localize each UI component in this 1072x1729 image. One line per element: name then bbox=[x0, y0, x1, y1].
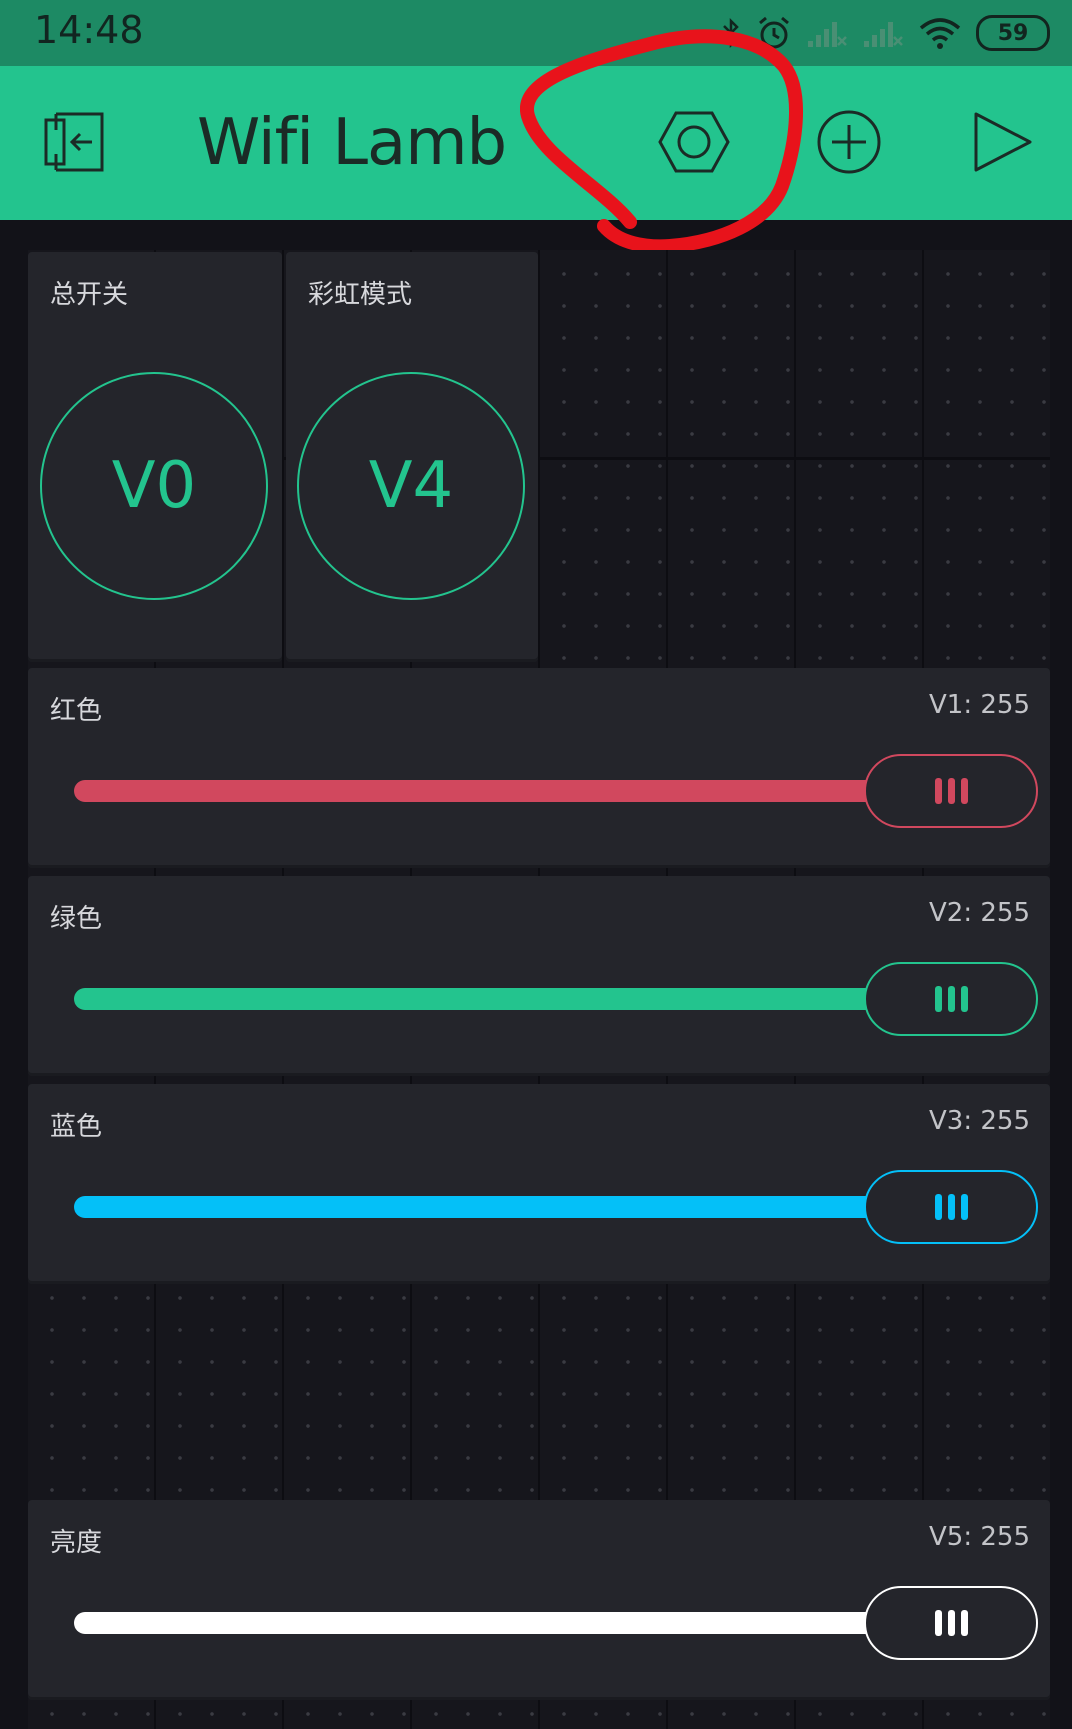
battery-indicator: 59 bbox=[976, 15, 1050, 51]
pin-label: V4 bbox=[368, 449, 454, 523]
pin-label: V0 bbox=[111, 449, 197, 523]
grip-line bbox=[947, 1610, 955, 1636]
grip-line bbox=[960, 1610, 968, 1636]
project-settings-button[interactable] bbox=[658, 110, 730, 178]
grip-line bbox=[934, 986, 942, 1012]
slider-value: V2: 255 bbox=[929, 898, 1030, 928]
widget-label: 总开关 bbox=[50, 280, 129, 310]
play-icon bbox=[974, 112, 1032, 172]
widget-label: 亮度 bbox=[50, 1528, 103, 1558]
slider-widget-red[interactable]: 红色 V1: 255 bbox=[28, 668, 1050, 868]
grip-line bbox=[960, 986, 968, 1012]
slider-value: V1: 255 bbox=[929, 690, 1030, 720]
project-title: Wifi Lamb bbox=[197, 106, 507, 180]
plus-circle-icon bbox=[817, 110, 881, 174]
exit-button[interactable] bbox=[42, 110, 110, 178]
battery-level: 59 bbox=[997, 20, 1029, 46]
rainbow-mode-button[interactable]: V4 bbox=[297, 372, 525, 600]
slider-track[interactable] bbox=[74, 988, 884, 1010]
grip-line bbox=[934, 778, 942, 804]
dashboard-grid: 总开关 V0 彩虹模式 V4 红色 V1: 255 绿色 V2: 255 蓝色 … bbox=[28, 250, 1050, 1729]
slider-handle[interactable] bbox=[864, 962, 1038, 1036]
signal-icon-sim2 bbox=[864, 22, 903, 47]
slider-track[interactable] bbox=[74, 1612, 884, 1634]
wifi-icon bbox=[919, 18, 961, 49]
slider-widget-brightness[interactable]: 亮度 V5: 255 bbox=[28, 1500, 1050, 1700]
status-time: 14:48 bbox=[34, 8, 144, 52]
slider-widget-green[interactable]: 绿色 V2: 255 bbox=[28, 876, 1050, 1076]
widget-label: 红色 bbox=[50, 696, 103, 726]
slider-widget-blue[interactable]: 蓝色 V3: 255 bbox=[28, 1084, 1050, 1284]
slider-handle[interactable] bbox=[864, 1586, 1038, 1660]
grip-line bbox=[947, 778, 955, 804]
grip-line bbox=[960, 1194, 968, 1220]
widget-label: 彩虹模式 bbox=[308, 280, 413, 310]
master-switch-button[interactable]: V0 bbox=[40, 372, 268, 600]
bluetooth-icon bbox=[723, 17, 739, 49]
exit-icon bbox=[44, 112, 104, 172]
grip-line bbox=[947, 986, 955, 1012]
status-bar: 14:48 59 bbox=[0, 0, 1072, 66]
button-widget-rainbow[interactable]: 彩虹模式 V4 bbox=[286, 252, 538, 662]
button-widget-master[interactable]: 总开关 V0 bbox=[28, 252, 282, 662]
add-widget-button[interactable] bbox=[816, 109, 882, 179]
alarm-icon bbox=[759, 16, 789, 49]
slider-handle[interactable] bbox=[864, 754, 1038, 828]
widget-label: 绿色 bbox=[50, 904, 103, 934]
grip-line bbox=[947, 1194, 955, 1220]
slider-value: V3: 255 bbox=[929, 1106, 1030, 1136]
hexagon-settings-icon bbox=[658, 111, 730, 173]
slider-track[interactable] bbox=[74, 780, 884, 802]
signal-icon-sim1 bbox=[808, 22, 847, 47]
slider-handle[interactable] bbox=[864, 1170, 1038, 1244]
slider-value: V5: 255 bbox=[929, 1522, 1030, 1552]
play-button[interactable] bbox=[972, 111, 1034, 177]
grip-line bbox=[960, 778, 968, 804]
grip-line bbox=[934, 1610, 942, 1636]
slider-track[interactable] bbox=[74, 1196, 884, 1218]
status-icons: 59 bbox=[720, 10, 1050, 56]
app-bar: Wifi Lamb bbox=[0, 66, 1072, 220]
grip-line bbox=[934, 1194, 942, 1220]
widget-label: 蓝色 bbox=[50, 1112, 103, 1142]
